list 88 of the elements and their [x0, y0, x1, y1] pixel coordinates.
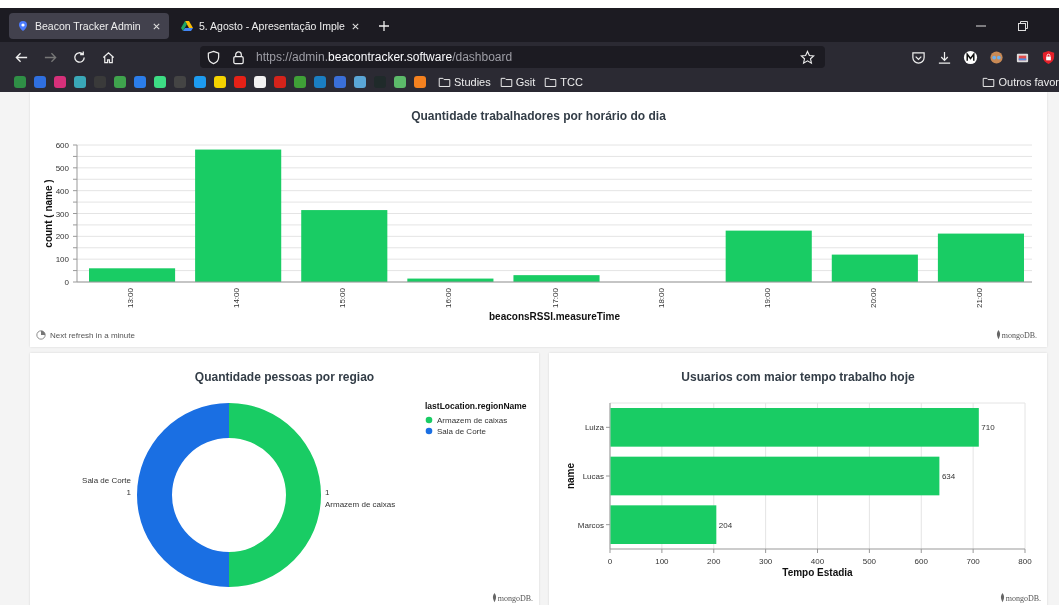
axis-tick-label: 400 [55, 186, 69, 196]
legend-label: Sala de Corte [437, 427, 486, 436]
account-icon[interactable] [963, 49, 978, 65]
axis-tick-label: 15:00 [338, 288, 348, 309]
axis-tick-label: 300 [55, 209, 69, 219]
download-icon[interactable] [937, 49, 952, 65]
address-bar[interactable]: https://admin.beacontracker.software/dashboard [200, 46, 825, 68]
star-icon[interactable] [800, 49, 815, 65]
axis-tick-label: 18:00 [656, 288, 666, 309]
url-text: https://admin.beacontracker.software/dashboard [256, 50, 513, 64]
axis-tick-label: 16:00 [444, 288, 454, 309]
axis-tick-label: 600 [914, 557, 928, 566]
axis-tick-label: 200 [55, 232, 69, 242]
pocket-icon[interactable] [911, 49, 926, 65]
reload-icon[interactable] [72, 49, 87, 65]
axis-tick-label: Lucas [582, 472, 604, 481]
drive-icon [181, 20, 193, 32]
bookmark-icon[interactable] [214, 76, 226, 88]
bookmark-icon[interactable] [414, 76, 426, 88]
bookmark-icon[interactable] [354, 76, 366, 88]
slice-value: 1 [126, 488, 131, 497]
axis-title: count ( name ) [43, 179, 54, 248]
slice-label: Sala de Corte [82, 476, 131, 485]
axis-tick-label: 800 [1018, 557, 1032, 566]
axis-tick-label: 300 [758, 557, 773, 566]
mongodb-logo: mongoDB. [999, 593, 1041, 603]
legend-label: Armazem de caixas [437, 416, 508, 425]
axis-tick-label: 200 [707, 557, 721, 566]
shield-lock-icon[interactable] [1041, 49, 1056, 65]
bookmark-folder[interactable]: Studies [438, 76, 491, 88]
axis-tick-label: Marcos [577, 520, 604, 530]
mongodb-logo: mongoDB. [995, 330, 1037, 340]
browser-tab[interactable]: 5. Agosto - Apresentação Imple [173, 13, 368, 39]
lock-icon[interactable] [231, 49, 246, 65]
bar-value-label: 204 [718, 520, 733, 530]
home-icon[interactable] [101, 49, 116, 65]
refresh-note: Next refresh in a minute [36, 330, 135, 340]
extension-icon[interactable] [989, 49, 1004, 65]
close-icon[interactable] [350, 21, 360, 31]
shield-icon[interactable] [206, 49, 221, 65]
close-icon[interactable] [152, 21, 161, 31]
bookmark-icon[interactable] [294, 76, 306, 88]
legend-title: lastLocation.regionName [425, 401, 527, 411]
chart-title: Usuarios com maior tempo trabalho hoje [680, 369, 916, 386]
bookmark-icon[interactable] [194, 76, 206, 88]
axis-tick-label: 17:00 [550, 288, 560, 309]
axis-title: beaconsRSSI.measureTime [489, 311, 620, 322]
axis-tick-label: 100 [655, 557, 669, 566]
chart-title: Quantidade trabalhadores por horário do dia [410, 108, 667, 125]
axis-tick-label: Luiza [584, 423, 604, 433]
folder-icon [438, 76, 451, 88]
bookmark-folder[interactable]: Gsit [499, 76, 536, 88]
axis-tick-label: 100 [55, 255, 69, 265]
bookmark-icon[interactable] [74, 76, 86, 88]
slice-value: 1 [325, 488, 330, 497]
folder-icon [544, 76, 558, 88]
pie-icon [36, 330, 46, 340]
folder-icon [982, 76, 996, 88]
restore-icon[interactable] [1017, 20, 1029, 32]
slice-label: Armazem de caixas [325, 500, 396, 509]
axis-tick-label: 0 [64, 278, 69, 287]
bar-value-label: 710 [981, 423, 995, 433]
bookmark-icon[interactable] [114, 76, 126, 88]
axis-tick-label: 21:00 [974, 288, 984, 309]
axis-tick-label: 20:00 [868, 288, 878, 309]
axis-tick-label: 500 [862, 557, 877, 566]
axis-title: Tempo Estadia [782, 567, 853, 578]
axis-tick-label: 14:00 [232, 288, 242, 309]
bar-value-label: 634 [941, 472, 956, 481]
chart-title: Quantidade pessoas por regiao [193, 369, 376, 386]
axis-tick-label: 0 [607, 557, 613, 566]
bookmark-icon[interactable] [154, 76, 166, 88]
bookmark-icon[interactable] [254, 76, 266, 88]
bookmark-folder[interactable]: TCC [544, 76, 583, 88]
axis-tick-label: 400 [810, 557, 825, 566]
browser-tab[interactable]: Beacon Tracker Admin [9, 13, 169, 39]
axis-tick-label: 600 [55, 141, 69, 150]
bookmark-folder[interactable]: Outros favor [982, 76, 1059, 88]
axis-tick-label: 700 [966, 557, 980, 566]
axis-tick-label: 500 [55, 163, 69, 173]
bookmark-icon[interactable] [394, 76, 406, 88]
new-tab-icon[interactable] [377, 20, 390, 32]
folder-icon [499, 76, 513, 88]
axis-title: name [565, 462, 576, 490]
axis-tick-label: 13:00 [126, 288, 136, 309]
axis-tick-label: 19:00 [762, 288, 772, 309]
location-pin-icon [17, 20, 29, 32]
mongodb-logo: mongoDB. [491, 593, 533, 603]
